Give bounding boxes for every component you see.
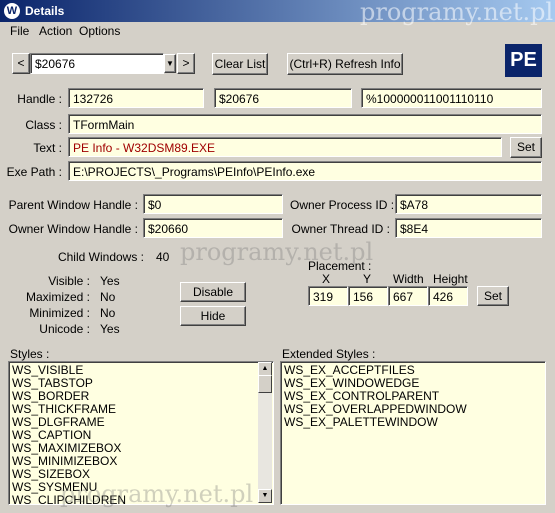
refresh-info-button[interactable]: (Ctrl+R) Refresh Info [287, 53, 403, 75]
owner-window-handle-label: Owner Window Handle : [8, 222, 138, 236]
handle-dec-field[interactable]: 132726 [68, 88, 204, 108]
handle-combo[interactable]: $20676 [30, 53, 164, 74]
placement-height-field[interactable]: 426 [428, 286, 468, 306]
owner-thread-id-label: Owner Thread ID : [291, 222, 390, 236]
scroll-thumb[interactable] [258, 375, 272, 393]
owner-process-id-label: Owner Process ID : [290, 198, 395, 212]
exe-path-field[interactable]: E:\PROJECTS\_Programs\PEInfo\PEInfo.exe [68, 161, 542, 181]
menu-file[interactable]: File [8, 22, 31, 40]
clear-list-button[interactable]: Clear List [212, 53, 268, 75]
text-label: Text : [33, 141, 62, 155]
list-item[interactable]: WS_EX_PALETTEWINDOW [281, 416, 545, 429]
owner-thread-id-field[interactable]: $8E4 [395, 218, 542, 238]
handle-hex-field[interactable]: $20676 [214, 88, 352, 108]
hide-button[interactable]: Hide [180, 306, 246, 326]
unicode-label: Unicode : [39, 322, 90, 336]
handle-bin-field[interactable]: %100000011001110110 [361, 88, 542, 108]
owner-window-handle-field[interactable]: $20660 [143, 218, 283, 238]
exe-path-label: Exe Path : [6, 165, 62, 179]
combo-dropdown-icon[interactable]: ▼ [164, 54, 176, 73]
parent-window-handle-label: Parent Window Handle : [8, 198, 138, 212]
class-label: Class : [25, 118, 62, 132]
disable-button[interactable]: Disable [180, 282, 246, 302]
pe-logo-icon: PE [505, 44, 542, 77]
owner-process-id-field[interactable]: $A78 [395, 194, 542, 214]
app-icon: W [4, 3, 20, 19]
extended-styles-list[interactable]: WS_EX_ACCEPTFILES WS_EX_WINDOWEDGE WS_EX… [280, 361, 546, 505]
scroll-up-icon[interactable]: ▲ [258, 362, 272, 376]
set-placement-button[interactable]: Set [477, 286, 509, 306]
scroll-down-icon[interactable]: ▼ [258, 489, 272, 503]
back-button[interactable]: < [12, 53, 30, 74]
watermark-bottom: programy.net.pl [60, 480, 254, 508]
unicode-value: Yes [100, 322, 120, 336]
menu-options[interactable]: Options [77, 22, 122, 40]
menu-action[interactable]: Action [37, 22, 74, 40]
handle-label: Handle : [17, 92, 62, 106]
placement-x-field[interactable]: 319 [308, 286, 348, 306]
placement-width-field[interactable]: 667 [388, 286, 428, 306]
child-windows-value: 40 [156, 250, 170, 264]
forward-button[interactable]: > [177, 53, 195, 74]
child-windows-label: Child Windows : [57, 250, 144, 264]
window-title: Details [25, 4, 65, 18]
parent-window-handle-field[interactable]: $0 [143, 194, 283, 214]
text-field[interactable]: PE Info - W32DSM89.EXE [68, 137, 502, 157]
set-text-button[interactable]: Set [510, 137, 542, 158]
placement-label: Placement : [308, 259, 372, 273]
placement-y-field[interactable]: 156 [348, 286, 388, 306]
class-field[interactable]: TFormMain [68, 114, 542, 134]
